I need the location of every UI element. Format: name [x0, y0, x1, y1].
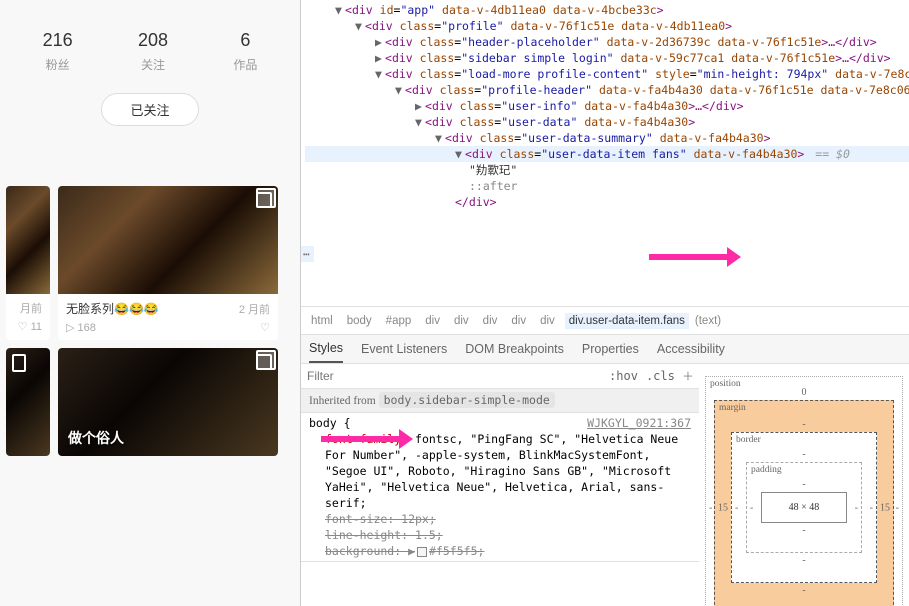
- dom-node-selected[interactable]: ▼<div class="user-data-item fans" data-v…: [305, 146, 909, 162]
- bc-div[interactable]: div: [421, 313, 444, 329]
- content-card[interactable]: 做个俗人: [58, 348, 278, 456]
- annotation-arrow: [321, 436, 401, 442]
- bm-border: border - - padding - - 48 × 48 - - - -: [731, 432, 877, 583]
- profile-stats: 216 粉丝 208 关注 6 作品: [0, 0, 300, 83]
- stat-works[interactable]: 6 作品: [233, 30, 257, 73]
- bc-html[interactable]: html: [307, 313, 337, 329]
- dom-node[interactable]: ▼<div class="profile" data-v-76f1c51e da…: [305, 18, 909, 34]
- styles-pane: :hov .cls + Inherited from body.sidebar-…: [301, 364, 909, 606]
- card-overlay-text: 做个俗人: [68, 428, 124, 448]
- card-thumbnail: [6, 348, 50, 456]
- styles-filter-input[interactable]: [307, 369, 601, 383]
- elements-dom-tree[interactable]: ⋯ ▼<div id="app" data-v-4db11ea0 data-v-…: [301, 0, 909, 306]
- bc-selected[interactable]: div.user-data-item.fans: [565, 313, 689, 329]
- bm-margin: margin - 15 border - - padding - - 48 × …: [714, 400, 894, 606]
- card-thumbnail: 做个俗人: [58, 348, 278, 456]
- followed-button[interactable]: 已关注: [101, 93, 198, 126]
- stat-num: 6: [233, 30, 257, 51]
- inherit-prefix: Inherited from: [309, 395, 379, 407]
- content-card[interactable]: 无脸系列😂😂😂 2 月前 ▷ 168♡: [58, 186, 278, 340]
- inherit-selector-link[interactable]: body.sidebar-simple-mode: [379, 392, 555, 408]
- bc-div[interactable]: div: [479, 313, 502, 329]
- card-thumbnail: [58, 186, 278, 294]
- stat-label: 作品: [233, 56, 257, 73]
- card-title-text: 无脸系列😂😂😂: [66, 302, 159, 316]
- css-prop-line-height[interactable]: line-height: 1.5;: [309, 527, 691, 543]
- bc-body[interactable]: body: [343, 313, 376, 329]
- sidebar-tabs: Styles Event Listeners DOM Breakpoints P…: [301, 334, 909, 364]
- app-preview-panel: 216 粉丝 208 关注 6 作品 已关注 月前 ♡ 11 无脸系列😂😂😂 2…: [0, 0, 300, 606]
- stat-num: 216: [43, 30, 73, 51]
- bm-padding: padding - - 48 × 48 - -: [746, 462, 862, 553]
- dom-node[interactable]: ▼<div class="user-data-summary" data-v-f…: [305, 130, 909, 146]
- card-time: 2 月前: [239, 301, 270, 317]
- color-swatch[interactable]: [417, 547, 427, 557]
- dom-node[interactable]: ▶<div class="user-info" data-v-fa4b4a30>…: [305, 98, 909, 114]
- hov-toggle[interactable]: :hov: [609, 368, 638, 384]
- rule-source-link[interactable]: WJKGYL_0921:367: [587, 415, 691, 431]
- card-time: 月前: [20, 300, 42, 316]
- css-prop-font-family[interactable]: font-family: fontsc, "PingFang SC", "Hel…: [309, 431, 691, 511]
- dom-text-node[interactable]: "劷歝玘": [305, 162, 909, 178]
- bc-div[interactable]: div: [450, 313, 473, 329]
- bc-div[interactable]: div: [536, 313, 559, 329]
- add-rule-button[interactable]: +: [683, 368, 693, 384]
- bc-div[interactable]: div: [507, 313, 530, 329]
- card-thumbnail: [6, 186, 50, 294]
- content-card[interactable]: 月前 ♡ 11: [6, 186, 50, 340]
- card-row: 无脸系列😂😂😂 2 月前: [58, 294, 278, 321]
- tab-styles[interactable]: Styles: [309, 335, 343, 363]
- ellipsis-handle[interactable]: ⋯: [301, 246, 314, 262]
- stat-label: 粉丝: [43, 56, 73, 73]
- css-prop-font-size[interactable]: font-size: 12px;: [309, 511, 691, 527]
- devtools-panel: ⋯ ▼<div id="app" data-v-4db11ea0 data-v-…: [300, 0, 909, 606]
- bm-position: position 0 - margin - 15 border - - padd…: [705, 376, 903, 606]
- dom-pseudo-node[interactable]: ::after: [305, 178, 909, 194]
- bc-app[interactable]: #app: [382, 313, 416, 329]
- bc-trail: (text): [695, 315, 721, 327]
- stat-label: 关注: [138, 56, 168, 73]
- tab-properties[interactable]: Properties: [582, 336, 639, 362]
- dom-node[interactable]: ▼<div class="user-data" data-v-fa4b4a30>: [305, 114, 909, 130]
- tab-accessibility[interactable]: Accessibility: [657, 336, 725, 362]
- box-model[interactable]: position 0 - margin - 15 border - - padd…: [699, 364, 909, 606]
- cls-toggle[interactable]: .cls: [646, 368, 675, 384]
- styles-column[interactable]: :hov .cls + Inherited from body.sidebar-…: [301, 364, 699, 606]
- inherited-from-row: Inherited from body.sidebar-simple-mode: [301, 389, 699, 413]
- multi-image-icon: [256, 192, 272, 208]
- bm-content: 48 × 48: [761, 492, 847, 523]
- dom-node[interactable]: ▼<div class="profile-header" data-v-fa4b…: [305, 82, 909, 98]
- stat-fans[interactable]: 216 粉丝: [43, 30, 73, 73]
- gallery-icon: [12, 354, 26, 372]
- rule-selector[interactable]: body {: [309, 415, 351, 431]
- styles-filter-row: :hov .cls +: [301, 364, 699, 389]
- tab-event-listeners[interactable]: Event Listeners: [361, 336, 447, 362]
- elements-breadcrumb[interactable]: html body #app div div div div div div.u…: [301, 306, 909, 334]
- dom-node[interactable]: ▼<div class="load-more profile-content" …: [305, 66, 909, 82]
- dom-node[interactable]: ▶<div class="sidebar simple login" data-…: [305, 50, 909, 66]
- css-prop-background[interactable]: background: ▶#f5f5f5;: [309, 543, 691, 559]
- dom-node[interactable]: ▶<div class="header-placeholder" data-v-…: [305, 34, 909, 50]
- card-meta: ▷ 168♡: [58, 321, 278, 340]
- tab-dom-breakpoints[interactable]: DOM Breakpoints: [465, 336, 564, 362]
- multi-image-icon: [256, 354, 272, 370]
- dom-node[interactable]: ▼<div id="app" data-v-4db11ea0 data-v-4b…: [305, 2, 909, 18]
- annotation-arrow: [649, 254, 729, 260]
- dom-close-tag[interactable]: </div>: [305, 194, 909, 210]
- stat-follow[interactable]: 208 关注: [138, 30, 168, 73]
- card-row: 月前: [6, 294, 50, 320]
- stat-num: 208: [138, 30, 168, 51]
- content-card[interactable]: [6, 348, 50, 456]
- content-grid: 月前 ♡ 11 无脸系列😂😂😂 2 月前 ▷ 168♡ 做个俗人: [0, 186, 300, 456]
- card-meta: ♡ 11: [6, 320, 50, 339]
